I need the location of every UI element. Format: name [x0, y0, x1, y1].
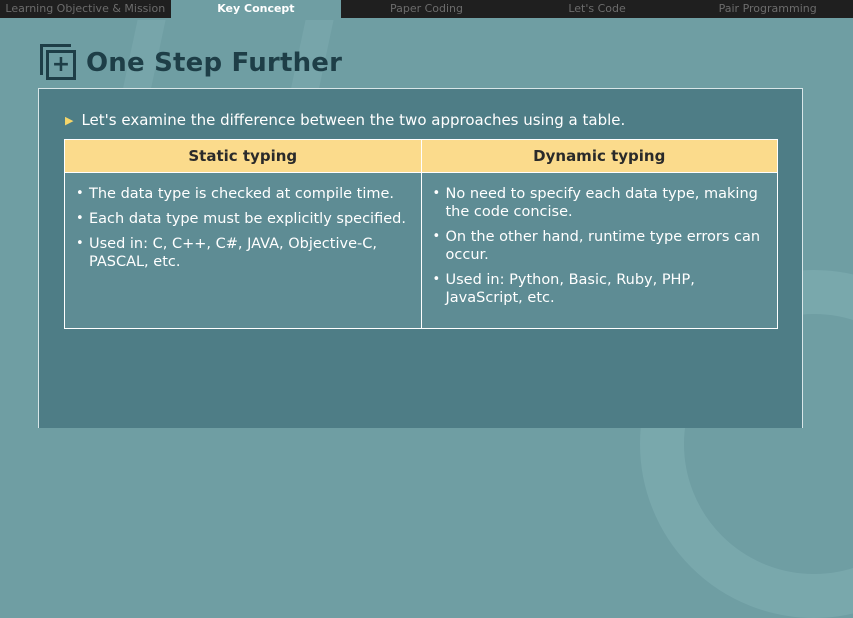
- header-static-typing: Static typing: [64, 139, 422, 173]
- static-typing-list: The data type is checked at compile time…: [75, 185, 413, 271]
- content-panel: ▶ Let's examine the difference between t…: [38, 88, 803, 428]
- page-header: + One Step Further: [40, 44, 342, 82]
- intro-text: Let's examine the difference between the…: [81, 111, 626, 129]
- tab-pair-programming[interactable]: Pair Programming: [682, 0, 853, 18]
- intro-line: ▶ Let's examine the difference between t…: [65, 111, 625, 129]
- list-item: No need to specify each data type, makin…: [432, 185, 770, 221]
- list-item: Used in: C, C++, C#, JAVA, Objective-C, …: [75, 235, 413, 271]
- top-tab-bar: Learning Objective & Mission Key Concept…: [0, 0, 853, 18]
- header-dynamic-typing: Dynamic typing: [420, 139, 778, 173]
- triangle-bullet-icon: ▶: [65, 113, 74, 127]
- table-row: The data type is checked at compile time…: [64, 172, 778, 329]
- dynamic-typing-cell: No need to specify each data type, makin…: [420, 172, 778, 329]
- tab-lets-code[interactable]: Let's Code: [512, 0, 683, 18]
- plus-box-icon: +: [40, 44, 78, 82]
- list-item: On the other hand, runtime type errors c…: [432, 228, 770, 264]
- dynamic-typing-list: No need to specify each data type, makin…: [432, 185, 770, 307]
- table-header-row: Static typing Dynamic typing: [64, 139, 778, 173]
- page-title: One Step Further: [86, 48, 343, 78]
- tab-key-concept[interactable]: Key Concept: [170, 0, 342, 18]
- list-item: Each data type must be explicitly specif…: [75, 210, 413, 228]
- tab-paper-coding[interactable]: Paper Coding: [341, 0, 512, 18]
- tab-learning-objective[interactable]: Learning Objective & Mission: [0, 0, 171, 18]
- static-typing-cell: The data type is checked at compile time…: [64, 172, 422, 329]
- list-item: The data type is checked at compile time…: [75, 185, 413, 203]
- comparison-table: Static typing Dynamic typing The data ty…: [64, 139, 778, 329]
- list-item: Used in: Python, Basic, Ruby, PHP, JavaS…: [432, 271, 770, 307]
